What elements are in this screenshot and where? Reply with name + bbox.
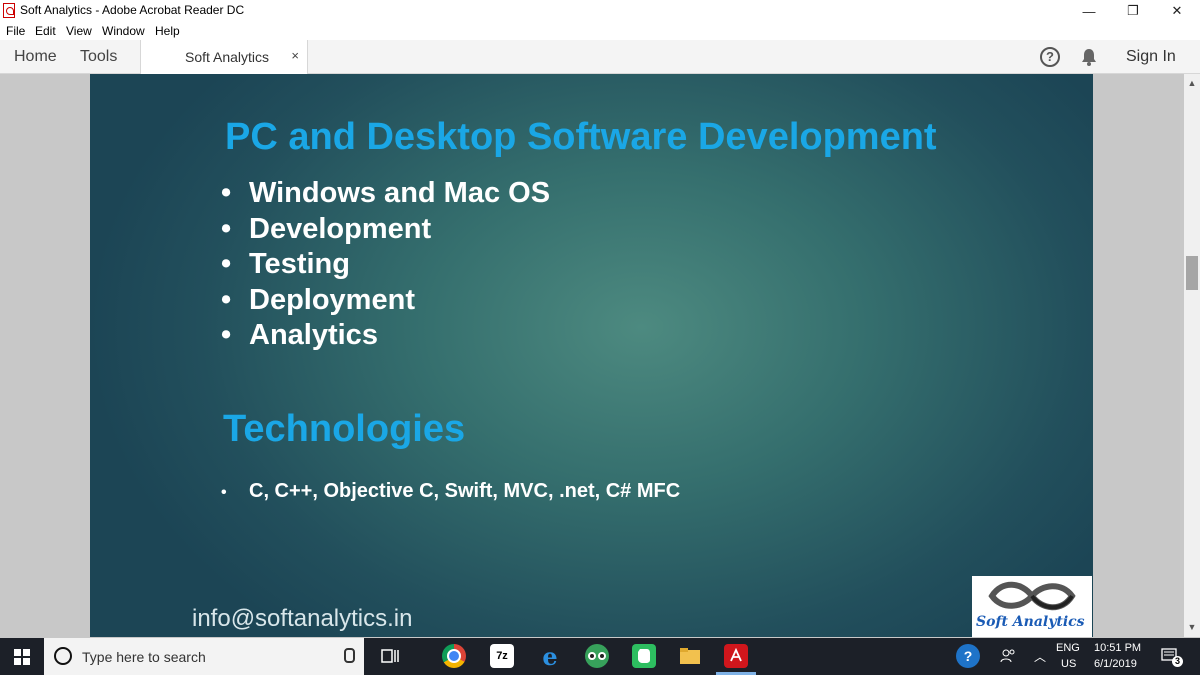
soft-analytics-logo: Soft Analytics <box>972 576 1092 637</box>
bullet-marker: • <box>221 212 232 245</box>
bell-icon[interactable] <box>1080 48 1098 66</box>
windows-logo-icon <box>14 648 30 665</box>
evernote-icon[interactable] <box>632 644 656 668</box>
slide-page: PC and Desktop Software Development • Win… <box>90 74 1093 637</box>
notification-count-badge: 3 <box>1172 656 1183 667</box>
bullet-marker: • <box>221 319 232 351</box>
technologies-text: C, C++, Objective C, Swift, MVC, .net, C… <box>249 480 681 502</box>
7zip-icon[interactable]: 7z <box>490 644 514 668</box>
scroll-down-icon[interactable]: ▼ <box>1184 622 1200 632</box>
logo-text: Soft Analytics <box>976 614 1085 630</box>
bullet-list: • Windows and Mac OS • Development • Testin… <box>221 176 550 354</box>
clock-date[interactable]: 6/1/2019 <box>1094 658 1137 670</box>
clock-time[interactable]: 10:51 PM <box>1094 642 1141 654</box>
infinity-logo-icon <box>988 581 1076 611</box>
task-view-icon[interactable] <box>378 644 402 668</box>
bullet-marker: • <box>221 177 232 209</box>
tab-document[interactable]: Soft Analytics × <box>140 40 308 74</box>
help-tray-icon[interactable]: ? <box>956 644 980 668</box>
tripadvisor-icon[interactable] <box>585 644 609 668</box>
technologies-heading: Technologies <box>223 408 466 450</box>
bullet-item: • Windows and Mac OS <box>221 176 550 212</box>
bullet-text: Deployment <box>249 283 415 316</box>
menu-edit[interactable]: Edit <box>35 24 56 38</box>
bullet-item: • Testing <box>221 247 550 283</box>
action-center-icon[interactable]: 3 <box>1158 644 1183 668</box>
document-tab-label: Soft Analytics <box>185 49 270 65</box>
scroll-up-icon[interactable]: ▲ <box>1184 78 1200 88</box>
file-explorer-icon[interactable] <box>678 644 702 668</box>
menu-file[interactable]: File <box>6 24 25 38</box>
taskbar-search[interactable]: Type here to search <box>44 638 364 675</box>
slide-title: PC and Desktop Software Development <box>225 116 937 158</box>
sign-in-button[interactable]: Sign In <box>1126 48 1176 66</box>
bullet-item: • Deployment <box>221 283 550 319</box>
acrobat-icon[interactable] <box>724 644 748 668</box>
search-placeholder: Type here to search <box>82 649 206 665</box>
vertical-scrollbar[interactable]: ▲ ▼ <box>1184 74 1200 637</box>
bullet-marker: • <box>221 248 232 280</box>
tab-home[interactable]: Home <box>14 48 57 66</box>
edge-icon[interactable]: e <box>538 642 562 671</box>
menu-help[interactable]: Help <box>155 24 180 38</box>
cortana-icon <box>54 647 72 665</box>
language-indicator[interactable]: ENG <box>1056 642 1080 654</box>
help-icon[interactable]: ? <box>1040 47 1060 67</box>
window-title-bar: Soft Analytics - Adobe Acrobat Reader DC… <box>0 0 1200 22</box>
contact-email: info@softanalytics.in <box>192 605 413 632</box>
document-viewport[interactable]: PC and Desktop Software Development • Win… <box>0 74 1184 637</box>
microphone-icon[interactable] <box>344 648 355 663</box>
bullet-marker: • <box>221 484 227 501</box>
bullet-text: Analytics <box>249 319 378 351</box>
bullet-text: Windows and Mac OS <box>249 177 551 209</box>
region-indicator[interactable]: US <box>1061 658 1076 670</box>
minimize-button[interactable]: — <box>1066 0 1112 22</box>
bullet-text: Development <box>249 212 432 245</box>
menu-bar: File Edit View Window Help <box>0 22 1200 40</box>
show-hidden-icons-icon[interactable]: ︿ <box>1034 648 1046 665</box>
window-title: Soft Analytics - Adobe Acrobat Reader DC <box>20 3 245 17</box>
restore-button[interactable]: ❐ <box>1110 0 1156 22</box>
bullet-item: • Analytics <box>221 318 550 354</box>
close-tab-icon[interactable]: × <box>291 48 299 63</box>
tab-tools[interactable]: Tools <box>80 48 117 66</box>
people-icon[interactable] <box>996 644 1020 668</box>
menu-window[interactable]: Window <box>102 24 145 38</box>
acrobat-app-icon <box>3 3 15 18</box>
windows-taskbar: Type here to search 7z e ? ︿ ENG US 10:5… <box>0 638 1200 675</box>
technologies-item: • C, C++, Objective C, Swift, MVC, .net, … <box>221 480 680 503</box>
nav-bar: Home Tools Soft Analytics × ? Sign In <box>0 40 1200 74</box>
chrome-icon[interactable] <box>442 644 466 668</box>
scroll-thumb[interactable] <box>1186 256 1198 290</box>
close-window-button[interactable]: ✕ <box>1154 0 1200 22</box>
bullet-text: Testing <box>249 248 350 280</box>
bullet-marker: • <box>221 283 232 316</box>
menu-view[interactable]: View <box>66 24 92 38</box>
start-button[interactable] <box>0 638 44 675</box>
bullet-item: • Development <box>221 212 550 248</box>
